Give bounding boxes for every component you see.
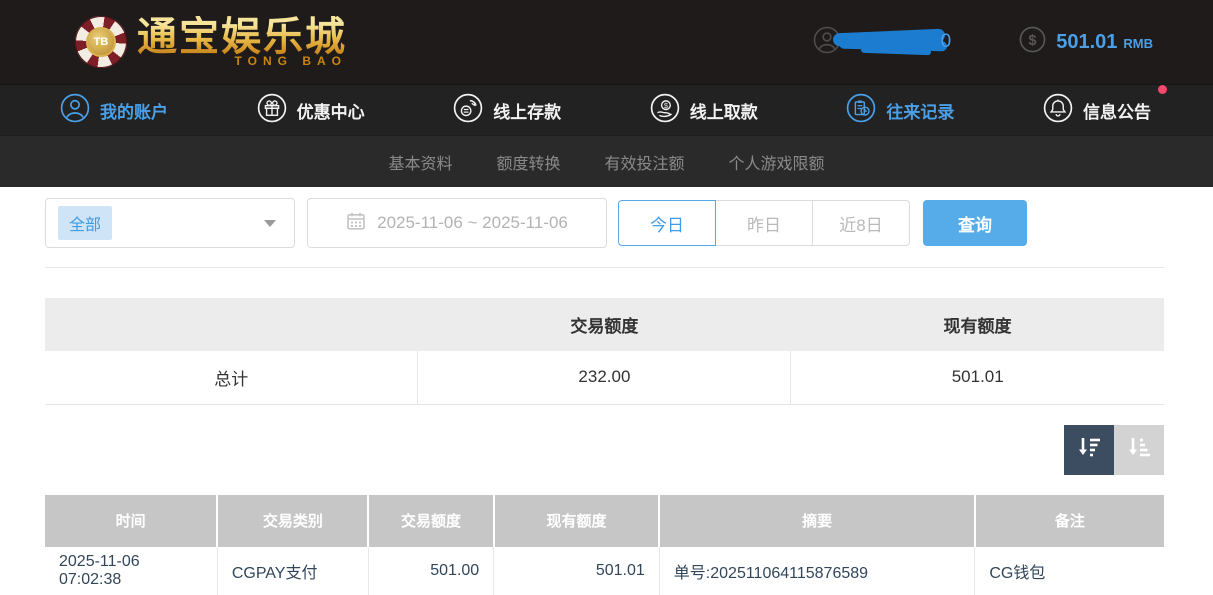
summary-header-balance: 现有额度 — [791, 298, 1164, 351]
nav-label: 我的账户 — [100, 98, 168, 123]
balance-currency: RMB — [1123, 33, 1153, 51]
nav-label: 线上存款 — [493, 98, 561, 123]
sort-descending-button[interactable] — [1064, 425, 1114, 475]
user-account[interactable]: 0 — [813, 26, 952, 59]
nav-item-withdraw[interactable]: $ 线上取款 — [650, 93, 758, 128]
record-type: CGPAY支付 — [217, 547, 368, 595]
brand-logo[interactable]: TB 通宝娱乐城 TONG BAO — [75, 16, 347, 68]
top-bar: TB 通宝娱乐城 TONG BAO 0 — [0, 0, 1213, 84]
nav-item-my-account[interactable]: 我的账户 — [60, 93, 168, 128]
table-row: 2025-11-06 07:02:38 CGPAY支付 501.00 501.0… — [45, 547, 1164, 595]
nav-item-records[interactable]: 往来记录 — [846, 93, 954, 128]
username-visible-char: 0 — [941, 31, 952, 53]
chip-label: TB — [86, 27, 116, 57]
query-button[interactable]: 查询 — [923, 200, 1027, 246]
account-subnav: 基本资料 额度转换 有效投注额 个人游戏限额 — [0, 135, 1213, 187]
deposit-icon — [453, 93, 483, 128]
records-icon — [846, 93, 876, 128]
sort-controls — [45, 425, 1164, 475]
summary-header-empty — [45, 298, 418, 351]
yesterday-button[interactable]: 昨日 — [715, 200, 813, 246]
record-remark: CG钱包 — [975, 547, 1164, 595]
records-table: 时间 交易类别 交易额度 现有额度 摘要 备注 2025-11-06 07:02… — [45, 495, 1164, 595]
summary-table: 交易额度 现有额度 总计 232.00 501.01 — [45, 298, 1164, 405]
logo-subtitle: TONG BAO — [235, 54, 347, 68]
nav-item-promotions[interactable]: 优惠中心 — [257, 93, 365, 128]
date-range-value: 2025-11-06 ~ 2025-11-06 — [377, 213, 568, 233]
casino-chip-icon: TB — [75, 16, 127, 68]
summary-total-balance: 501.01 — [791, 351, 1164, 404]
balance-display[interactable]: $ 501.01 RMB — [1019, 26, 1153, 58]
svg-text:$: $ — [664, 103, 668, 110]
bell-icon — [1043, 93, 1073, 128]
summary-header-transaction: 交易额度 — [418, 298, 791, 351]
record-summary: 单号:202511064115876589 — [659, 547, 975, 595]
main-content: 全部 2025-11-06 ~ 2025-11-06 今日 — [0, 187, 1213, 595]
nav-label: 往来记录 — [886, 98, 954, 123]
nav-label: 线上取款 — [690, 98, 758, 123]
logo-title: 通宝娱乐城 — [137, 16, 347, 58]
records-header-type: 交易类别 — [217, 495, 368, 547]
records-header-remark: 备注 — [975, 495, 1164, 547]
notification-dot — [1158, 85, 1167, 94]
filter-row: 全部 2025-11-06 ~ 2025-11-06 今日 — [45, 198, 1164, 248]
record-amount: 501.00 — [368, 547, 493, 595]
nav-item-announcements[interactable]: 信息公告 — [1043, 93, 1151, 128]
summary-header-row: 交易额度 现有额度 — [45, 298, 1164, 351]
selected-type-chip: 全部 — [58, 206, 112, 240]
chevron-down-icon — [264, 220, 276, 227]
transaction-type-select[interactable]: 全部 — [45, 198, 295, 248]
summary-total-label: 总计 — [45, 351, 418, 404]
calendar-icon — [346, 211, 366, 236]
sort-ascending-button[interactable] — [1114, 425, 1164, 475]
subnav-item-game-limits[interactable]: 个人游戏限额 — [729, 150, 825, 174]
subnav-item-basic-info[interactable]: 基本资料 — [388, 150, 452, 174]
logo-text: 通宝娱乐城 TONG BAO — [137, 16, 347, 68]
today-button[interactable]: 今日 — [618, 200, 716, 246]
dollar-icon: $ — [1019, 26, 1046, 58]
nav-label: 信息公告 — [1083, 98, 1151, 123]
nav-item-deposit[interactable]: 线上存款 — [453, 93, 561, 128]
subnav-item-valid-bets[interactable]: 有效投注额 — [605, 150, 685, 174]
summary-total-row: 总计 232.00 501.01 — [45, 351, 1164, 404]
balance-amount: 501.01 — [1056, 31, 1117, 54]
summary-total-transaction: 232.00 — [418, 351, 791, 404]
user-icon — [60, 93, 90, 128]
records-header-time: 时间 — [45, 495, 217, 547]
sort-ascending-icon — [1125, 433, 1153, 466]
nav-label: 优惠中心 — [297, 98, 365, 123]
records-header-amount: 交易额度 — [368, 495, 493, 547]
svg-text:$: $ — [1029, 33, 1037, 49]
last-8-days-button[interactable]: 近8日 — [812, 200, 910, 246]
records-header-balance: 现有额度 — [494, 495, 660, 547]
subnav-item-credit-transfer[interactable]: 额度转换 — [496, 150, 560, 174]
main-nav: 我的账户 优惠中心 线上存款 — [0, 84, 1213, 135]
record-balance: 501.01 — [494, 547, 660, 595]
record-time: 2025-11-06 07:02:38 — [45, 547, 217, 595]
date-range-input[interactable]: 2025-11-06 ~ 2025-11-06 — [307, 198, 607, 248]
sort-descending-icon — [1075, 433, 1103, 466]
section-divider — [45, 267, 1164, 268]
records-header-row: 时间 交易类别 交易额度 现有额度 摘要 备注 — [45, 495, 1164, 547]
topbar-right: 0 $ 501.01 RMB — [813, 26, 1153, 59]
records-header-summary: 摘要 — [659, 495, 975, 547]
gift-icon — [257, 93, 287, 128]
withdraw-icon: $ — [650, 93, 680, 128]
username-redaction-scribble — [833, 28, 951, 56]
quick-date-buttons: 今日 昨日 近8日 — [618, 200, 910, 246]
